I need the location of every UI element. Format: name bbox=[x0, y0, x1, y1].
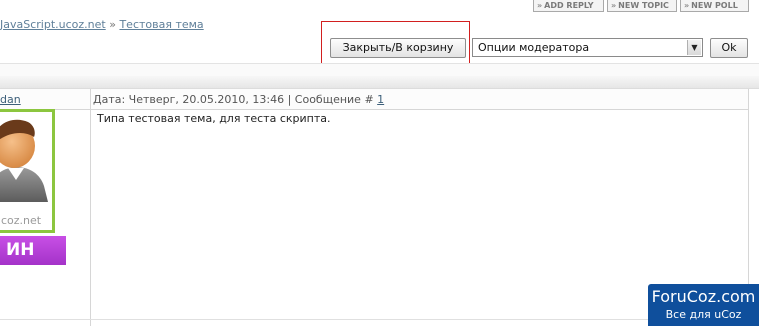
post-text: Типа тестовая тема, для теста скрипта. bbox=[97, 112, 331, 125]
post-date-text: Дата: Четверг, 20.05.2010, 13:46 | Сообщ… bbox=[93, 93, 374, 106]
post-meta: Дата: Четверг, 20.05.2010, 13:46 | Сообщ… bbox=[93, 93, 384, 106]
new-poll-button[interactable]: » NEW POLL bbox=[680, 0, 749, 12]
author-nick-link[interactable]: dan bbox=[0, 93, 21, 106]
avatar-watermark: ucoz.net bbox=[0, 214, 42, 227]
double-chevron-right-icon: » bbox=[684, 1, 690, 10]
badge-subtitle: Все для uCoz bbox=[665, 308, 742, 321]
rank-badge: ИН bbox=[0, 236, 66, 265]
breadcrumb-site-link[interactable]: JavaScript.ucoz.net bbox=[0, 18, 106, 31]
default-user-icon bbox=[0, 119, 48, 202]
breadcrumb-separator: » bbox=[109, 18, 116, 31]
double-chevron-right-icon: » bbox=[537, 1, 543, 10]
double-chevron-right-icon: » bbox=[611, 1, 617, 10]
new-topic-button[interactable]: » NEW TOPIC bbox=[607, 0, 677, 12]
add-reply-button[interactable]: » ADD REPLY bbox=[533, 0, 604, 12]
moderator-options-select[interactable]: Опции модератора ▼ bbox=[472, 38, 703, 57]
dropdown-arrow-icon[interactable]: ▼ bbox=[687, 40, 701, 55]
toolbar-strip bbox=[0, 63, 759, 77]
post-bottom-divider bbox=[0, 319, 748, 320]
avatar: ucoz.net bbox=[0, 109, 55, 233]
close-trash-button[interactable]: Закрыть/В корзину bbox=[330, 38, 466, 58]
breadcrumb: JavaScript.ucoz.net » Тестовая тема bbox=[0, 18, 204, 31]
column-divider bbox=[90, 89, 91, 326]
posts-header-bar bbox=[0, 76, 759, 89]
ok-button[interactable]: Ok bbox=[710, 38, 748, 58]
forucoz-badge[interactable]: ForuCoz.com Все для uCoz bbox=[648, 284, 759, 326]
moderator-options-value: Опции модератора bbox=[478, 41, 590, 54]
badge-title: ForuCoz.com bbox=[651, 287, 756, 306]
breadcrumb-topic-link[interactable]: Тестовая тема bbox=[119, 18, 203, 31]
post-number-link[interactable]: 1 bbox=[377, 93, 384, 106]
